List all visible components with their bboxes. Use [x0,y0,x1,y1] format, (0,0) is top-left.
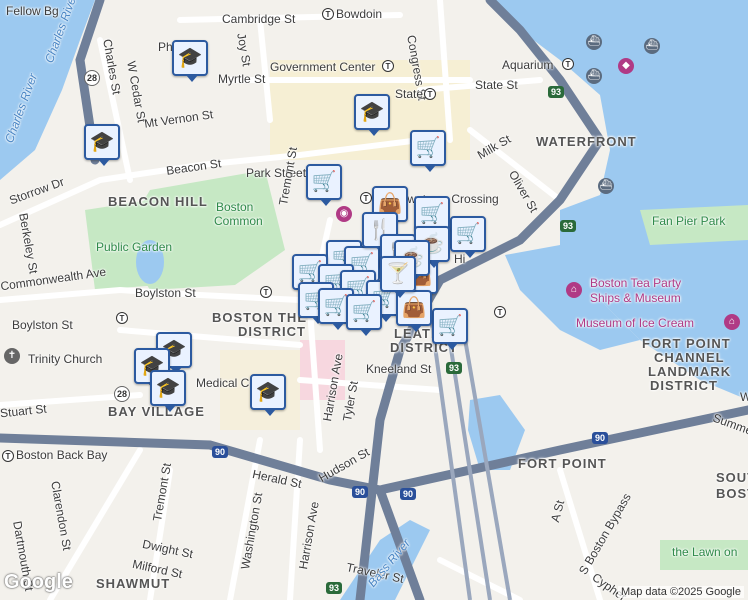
district-label: DISTRICT [650,378,718,393]
district-label: BAY VILLAGE [108,404,205,419]
park-label: Boston [216,200,254,214]
shopping-cart-icon: 🛒 [415,137,441,159]
park-label: Fan Pier Park [652,214,726,228]
transit-station-icon[interactable]: T [360,192,372,204]
cocktail-glass-icon: 🍸 [385,263,411,285]
aquarium-icon[interactable]: ◆ [618,58,634,74]
highway-shield: 93 [326,582,343,594]
poi-label[interactable]: Ships & Museum [590,291,681,305]
district-label: CHANNEL [654,350,725,365]
highway-shield: 90 [212,446,229,458]
highway-shield: 93 [560,220,577,232]
street-label: Cambridge St [222,12,296,26]
graduation-cap-icon: 🎓 [359,101,385,123]
highway-shield: 28 [84,70,100,86]
map-attribution[interactable]: Map data ©2025 Google [617,586,744,598]
church-icon[interactable]: ✝ [4,348,20,364]
transit-station-icon[interactable]: T [2,450,14,462]
transit-station-label: Park Street [246,166,307,180]
shopping-cart-icon: 🛒 [323,295,349,317]
park-label: the Lawn on [672,545,738,559]
graduation-cap-icon: 🎓 [155,377,181,399]
highway-shield: 28 [114,386,130,402]
street-label: Boylston St [135,286,196,300]
district-label: FORT POINT [518,456,607,471]
poi-label[interactable]: Trinity Church [28,352,102,366]
street-label: Boylston St [12,318,73,332]
shopping-cart-icon: 🛒 [437,315,463,337]
transit-station-label: Aquarium [502,58,554,72]
grocery-marker[interactable]: 🛒 [346,294,382,336]
poi-label[interactable]: Boston Tea Party [590,276,681,290]
highway-shield: 90 [352,486,369,498]
highway-shield: 93 [548,86,565,98]
shopping-cart-icon: 🛒 [351,301,377,323]
museum-icon[interactable]: ⌂ [724,314,740,330]
grocery-marker[interactable]: 🛒 [306,164,342,206]
transit-station-icon[interactable]: T [562,58,574,70]
street-label: Wa [740,390,748,404]
street-label: Myrtle St [218,72,266,86]
school-marker[interactable]: 🎓 [354,94,390,136]
transit-station-icon[interactable]: T [424,88,436,100]
district-label: FORT POINT [642,336,731,351]
park-label: Common [214,214,263,228]
graduation-cap-icon: 🎓 [255,381,281,403]
transit-station-label[interactable]: Boston Back Bay [16,448,107,462]
transit-station-icon[interactable]: T [382,60,394,72]
ferry-icon[interactable]: ⛴ [644,38,660,54]
school-marker[interactable]: 🎓 [250,374,286,416]
transit-station-icon[interactable]: T [494,306,506,318]
shopping-bag-icon: 👜 [401,297,427,319]
district-label: LANDMARK [648,364,732,379]
transit-station-label: State [395,87,424,101]
camera-icon[interactable]: ◉ [336,206,352,222]
shopping-cart-icon: 🛒 [419,203,445,225]
shopping-cart-icon: 🛒 [455,223,481,245]
district-label: WATERFRONT [536,134,637,149]
grocery-marker[interactable]: 🛒 [432,308,468,350]
ferry-icon[interactable]: ⛴ [586,34,602,50]
district-label: DISTRICT [238,324,306,339]
transit-station-icon[interactable]: T [322,8,334,20]
museum-icon[interactable]: ⌂ [566,282,582,298]
google-logo: Google [4,571,73,593]
transit-station-icon[interactable]: T [260,286,272,298]
school-marker[interactable]: 🎓 [84,124,120,166]
graduation-cap-icon: 🎓 [177,47,203,69]
park-label: Public Garden [96,240,173,254]
bar-marker[interactable]: 🍸 [380,256,416,298]
graduation-cap-icon: 🎓 [89,131,115,153]
highway-shield: 93 [446,362,463,374]
district-label: SOUT [716,470,748,485]
district-label: BEACON HILL [108,194,208,209]
street-label: Kneeland St [366,362,432,376]
district-label: BOST [716,486,748,501]
transit-station-label: Government Center [270,60,376,74]
poi-label[interactable]: Museum of Ice Cream [576,316,694,330]
transit-station-label: Bowdoin [336,7,383,21]
highway-shield: 90 [592,432,609,444]
ferry-icon[interactable]: ⛴ [598,178,614,194]
transit-station-icon[interactable]: T [116,312,128,324]
street-label: Fellow Bg [6,4,59,18]
district-label: SHAWMUT [96,576,171,591]
shopping-cart-icon: 🛒 [311,171,337,193]
highway-shield: 90 [400,488,417,500]
shopping-bag-icon: 👜 [377,193,403,215]
grocery-marker[interactable]: 🛒 [410,130,446,172]
ferry-icon[interactable]: ⛴ [586,68,602,84]
grocery-marker[interactable]: 🛒 [450,216,486,258]
map-canvas[interactable]: Fellow Bg Cambridge St Bowdoin Congress … [0,0,748,600]
district-label: BOSTON THE [212,310,307,325]
school-marker[interactable]: 🎓 [172,40,208,82]
street-label: State St [475,78,518,92]
school-marker[interactable]: 🎓 [150,370,186,412]
street-label: Ph [158,40,173,54]
